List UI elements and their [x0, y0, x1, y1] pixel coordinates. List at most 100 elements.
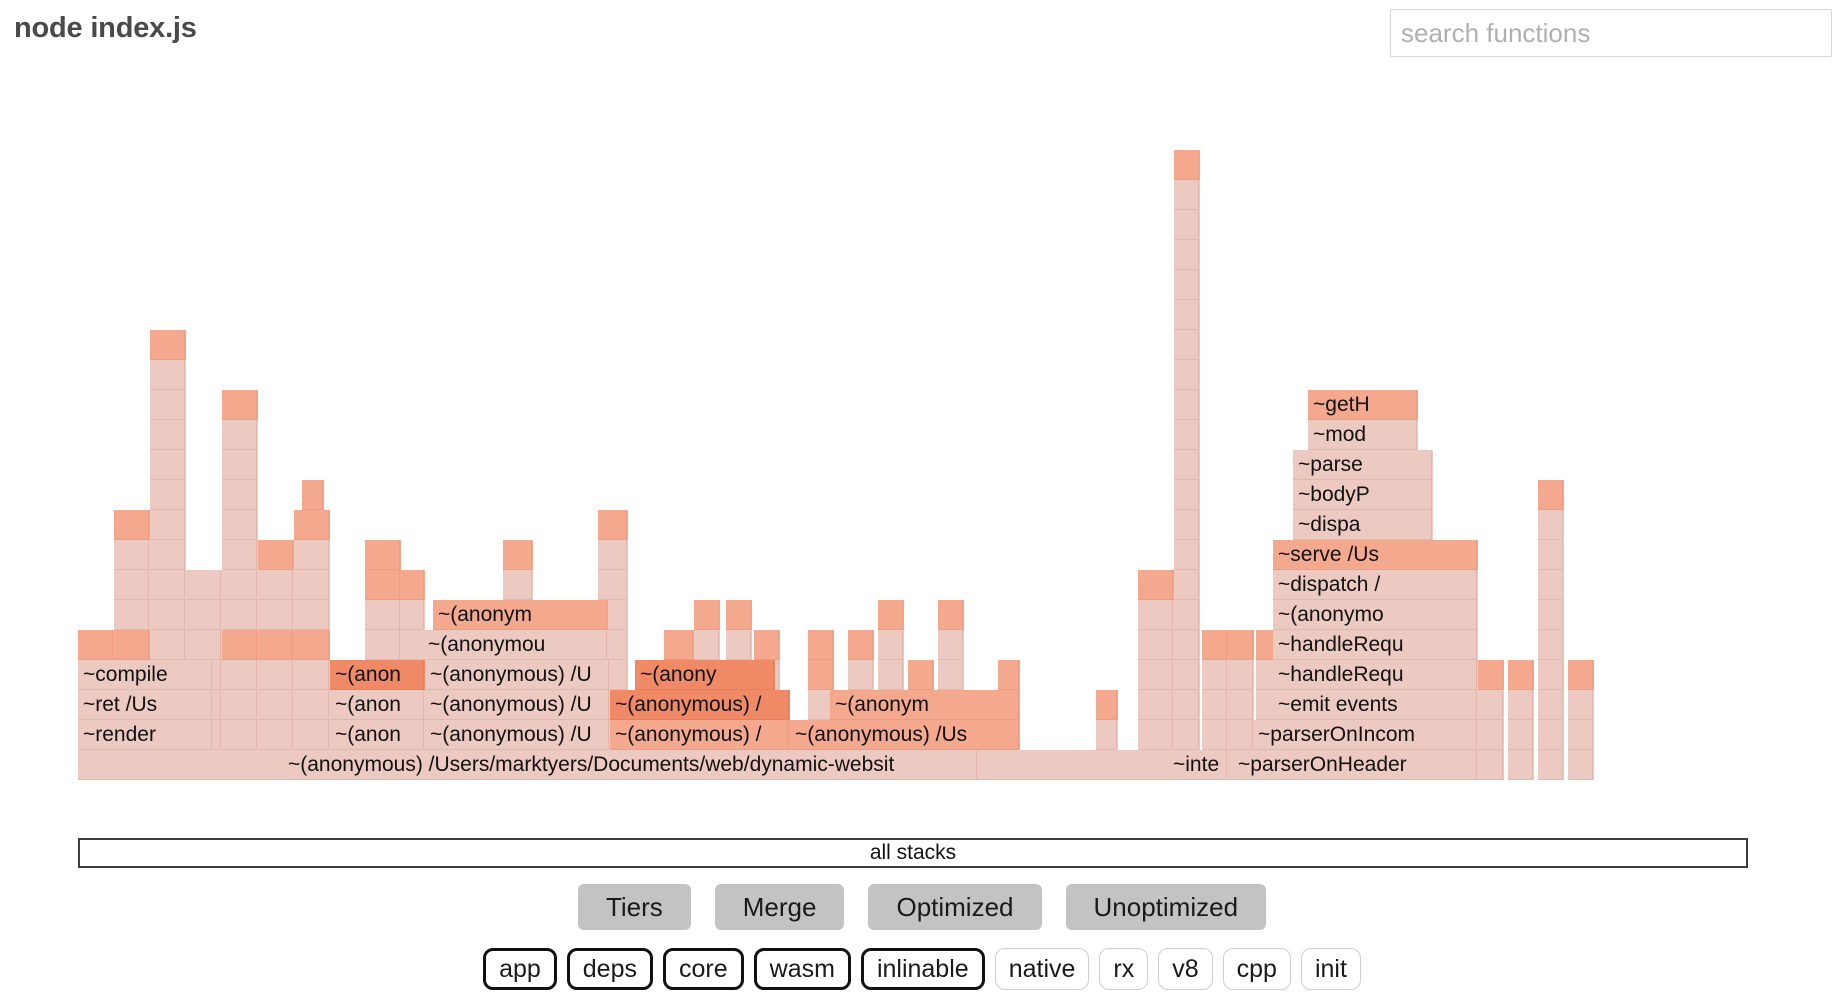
flame-block[interactable] — [1508, 660, 1534, 690]
flame-block[interactable] — [222, 600, 258, 630]
flame-block[interactable] — [1538, 540, 1564, 570]
flame-block[interactable]: ~parse — [1293, 450, 1433, 480]
flame-block[interactable] — [114, 630, 150, 660]
flame-block[interactable] — [1228, 660, 1254, 690]
flame-block[interactable] — [1538, 660, 1564, 690]
flame-block[interactable] — [1138, 720, 1174, 750]
flame-block[interactable]: ~(anonymous) / — [610, 720, 790, 750]
flame-block[interactable] — [1096, 690, 1118, 720]
flame-block[interactable] — [726, 600, 752, 630]
flame-block[interactable] — [1174, 240, 1200, 270]
flame-block[interactable] — [150, 600, 186, 630]
flame-block[interactable] — [808, 660, 834, 690]
flame-block[interactable] — [294, 660, 330, 690]
flame-block[interactable] — [150, 420, 186, 450]
flame-block[interactable] — [1568, 750, 1594, 780]
flame-block[interactable] — [258, 570, 294, 600]
flame-block[interactable] — [503, 540, 533, 570]
flame-block[interactable] — [598, 540, 628, 570]
flame-block[interactable] — [1174, 330, 1200, 360]
flame-block[interactable] — [222, 570, 258, 600]
flame-block[interactable] — [1228, 690, 1254, 720]
flame-block[interactable] — [1228, 720, 1254, 750]
flame-block[interactable] — [150, 330, 186, 360]
flame-block[interactable] — [754, 630, 780, 660]
flame-block[interactable] — [1138, 690, 1174, 720]
flame-block[interactable] — [150, 630, 186, 660]
flame-block[interactable] — [1538, 510, 1564, 540]
flame-block[interactable] — [1174, 390, 1200, 420]
flame-block[interactable] — [150, 570, 186, 600]
flame-block[interactable] — [1174, 600, 1200, 630]
flame-block[interactable]: ~(anon — [330, 690, 425, 720]
flame-block[interactable] — [222, 480, 258, 510]
flame-block[interactable] — [1174, 660, 1200, 690]
flame-block[interactable]: ~handleRequ — [1273, 660, 1478, 690]
flame-block[interactable]: ~(anonymous) /U — [425, 720, 610, 750]
flame-block[interactable]: ~mod — [1308, 420, 1418, 450]
flame-block[interactable] — [1568, 660, 1594, 690]
flame-block[interactable] — [878, 600, 904, 630]
flame-block[interactable] — [1202, 630, 1228, 660]
search-input[interactable] — [1390, 9, 1832, 57]
flame-block[interactable] — [365, 630, 401, 660]
flame-block[interactable] — [908, 660, 934, 690]
flamegraph-canvas[interactable]: ~(anonymous) /Users/marktyers/Documents/… — [78, 68, 1748, 838]
flame-block[interactable] — [150, 480, 186, 510]
flame-block[interactable] — [258, 630, 294, 660]
flame-block[interactable] — [150, 360, 186, 390]
flame-block[interactable]: ~render — [78, 720, 213, 750]
filter-pill-app[interactable]: app — [483, 948, 557, 990]
flame-block[interactable] — [365, 600, 401, 630]
flame-block[interactable] — [1538, 480, 1564, 510]
flame-block[interactable] — [294, 720, 330, 750]
flame-block[interactable] — [1538, 630, 1564, 660]
filter-pill-cpp[interactable]: cpp — [1222, 948, 1291, 990]
flame-block[interactable] — [1538, 690, 1564, 720]
flame-block[interactable]: ~ret /Us — [78, 690, 213, 720]
flame-block[interactable] — [222, 540, 258, 570]
flame-block[interactable] — [1568, 690, 1594, 720]
flame-block[interactable] — [1538, 570, 1564, 600]
flame-block[interactable]: ~(anonymous) /U — [425, 690, 610, 720]
flame-block[interactable] — [222, 720, 258, 750]
flame-block[interactable] — [848, 630, 874, 660]
flame-block[interactable] — [664, 630, 694, 660]
flame-block[interactable] — [150, 450, 186, 480]
flame-block[interactable] — [1538, 750, 1564, 780]
flame-block[interactable] — [598, 570, 628, 600]
flame-block[interactable] — [78, 630, 114, 660]
flame-block[interactable] — [294, 690, 330, 720]
flame-block[interactable] — [294, 630, 330, 660]
flame-block[interactable] — [938, 660, 964, 690]
flame-block[interactable] — [1174, 360, 1200, 390]
flame-block[interactable] — [1174, 540, 1200, 570]
flame-block[interactable] — [1174, 300, 1200, 330]
flame-block[interactable] — [694, 630, 720, 660]
flame-block[interactable] — [1174, 150, 1200, 180]
flame-block[interactable] — [302, 480, 324, 510]
flame-block[interactable] — [294, 540, 330, 570]
flame-block[interactable] — [1202, 720, 1228, 750]
flame-block[interactable]: ~(anon — [330, 720, 425, 750]
flame-block[interactable] — [1508, 720, 1534, 750]
flame-block[interactable] — [1174, 630, 1200, 660]
filter-pill-native[interactable]: native — [994, 948, 1090, 990]
flame-block[interactable] — [1478, 660, 1504, 690]
flame-block[interactable] — [1568, 720, 1594, 750]
flame-block[interactable]: ~(anonymous) /U — [425, 660, 610, 690]
flame-block[interactable] — [186, 570, 222, 600]
flame-block[interactable]: ~inte — [1168, 750, 1228, 780]
flame-block[interactable] — [150, 510, 186, 540]
flame-block[interactable] — [222, 630, 258, 660]
flame-block[interactable] — [1174, 420, 1200, 450]
flame-block[interactable] — [938, 600, 964, 630]
flame-block[interactable]: ~(anonymou — [423, 630, 608, 660]
flame-block[interactable] — [1174, 480, 1200, 510]
flame-block[interactable] — [1202, 690, 1228, 720]
all-stacks-root-bar[interactable]: all stacks — [78, 838, 1748, 868]
flame-block[interactable]: ~bodyP — [1293, 480, 1433, 510]
flame-block[interactable] — [1174, 720, 1200, 750]
filter-pill-core[interactable]: core — [663, 948, 744, 990]
flame-block[interactable] — [1538, 600, 1564, 630]
